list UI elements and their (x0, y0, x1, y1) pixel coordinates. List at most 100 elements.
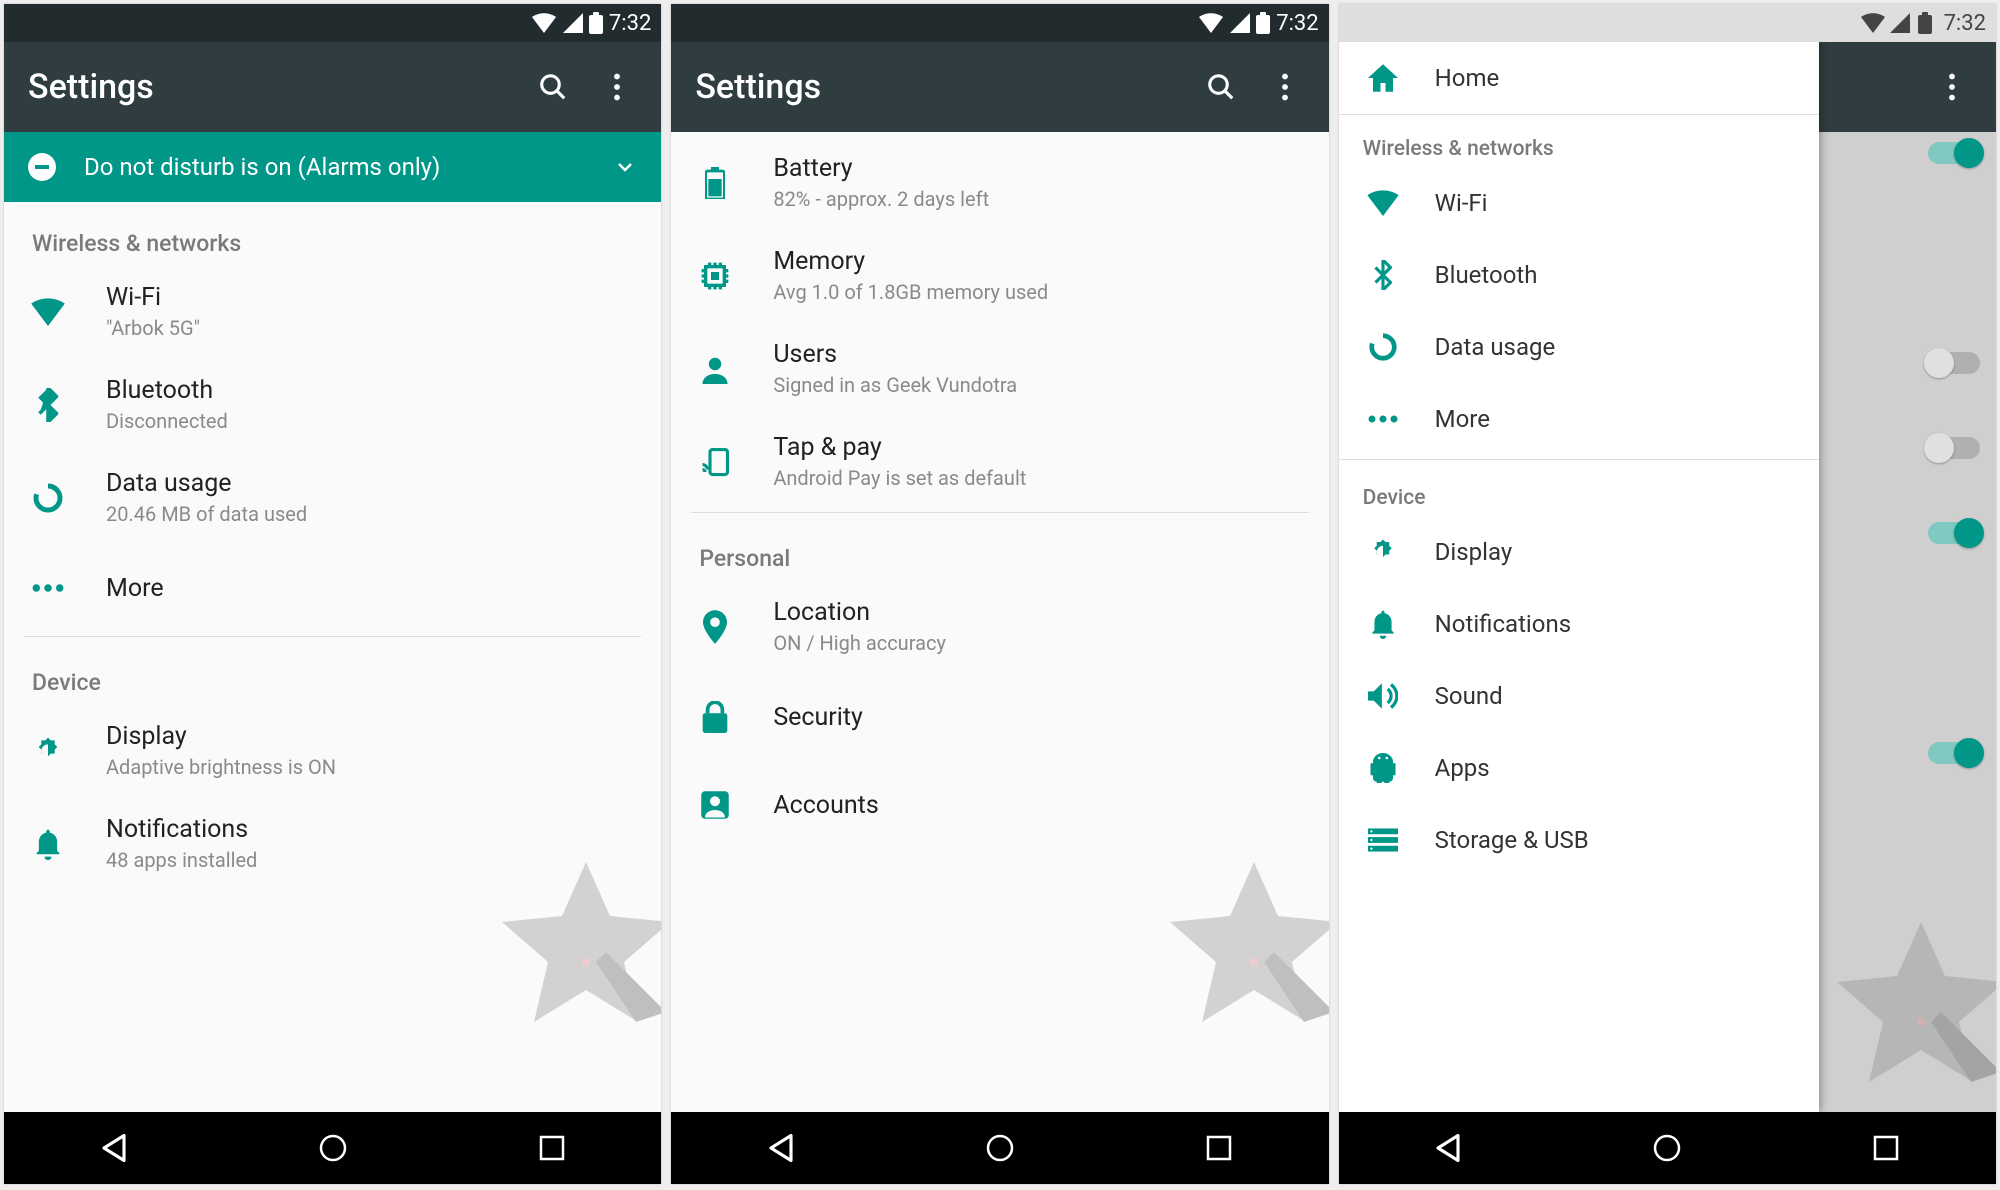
sound-icon (1368, 682, 1398, 710)
overflow-menu-button[interactable] (1932, 67, 1972, 107)
wifi-icon (31, 298, 65, 326)
section-header-device: Device (4, 641, 661, 704)
item-notifications[interactable]: Notifications 48 apps installed (4, 797, 661, 890)
nav-recent-button[interactable] (532, 1128, 572, 1168)
item-more[interactable]: More (4, 544, 661, 632)
item-bluetooth[interactable]: Bluetooth Disconnected (4, 358, 661, 451)
drawer-item-bluetooth[interactable]: Bluetooth (1339, 239, 1819, 311)
search-button[interactable] (1201, 67, 1241, 107)
nav-home-button[interactable] (1647, 1128, 1687, 1168)
bluetooth-icon (1373, 260, 1393, 290)
item-data-usage-sub: 20.46 MB of data used (106, 502, 307, 526)
toggle-switch[interactable] (1928, 142, 1980, 164)
drawer-item-apps[interactable]: Apps (1339, 732, 1819, 804)
item-users-title: Users (773, 340, 1017, 369)
item-data-usage[interactable]: Data usage 20.46 MB of data used (4, 451, 661, 544)
drawer-item-storage[interactable]: Storage & USB (1339, 804, 1819, 876)
item-bluetooth-sub: Disconnected (106, 409, 228, 433)
data-usage-icon (1368, 332, 1398, 362)
item-bluetooth-title: Bluetooth (106, 376, 228, 405)
drawer-section-wireless: Wireless & networks (1339, 115, 1819, 167)
watermark-icon (1149, 852, 1329, 1052)
drawer-item-wifi[interactable]: Wi-Fi (1339, 167, 1819, 239)
item-memory[interactable]: Memory Avg 1.0 of 1.8GB memory used (671, 229, 1328, 322)
nav-home-icon (985, 1133, 1015, 1163)
drawer-item-label: Notifications (1435, 610, 1571, 638)
toggle-switch[interactable] (1928, 352, 1980, 374)
item-display-title: Display (106, 722, 336, 751)
wifi-status-icon (531, 13, 557, 33)
drawer-item-label: Home (1435, 64, 1500, 92)
drawer-item-label: Storage & USB (1435, 826, 1589, 854)
drawer-item-label: Bluetooth (1435, 261, 1538, 289)
dnd-banner[interactable]: Do not disturb is on (Alarms only) (4, 132, 661, 202)
overflow-menu-button[interactable] (1265, 67, 1305, 107)
memory-chip-icon (699, 260, 731, 292)
user-icon (700, 354, 730, 384)
drawer-item-label: Apps (1435, 754, 1490, 782)
item-accounts-title: Accounts (773, 791, 878, 820)
nav-back-icon (1434, 1133, 1462, 1163)
location-pin-icon (703, 610, 727, 644)
item-users[interactable]: Users Signed in as Geek Vundotra (671, 322, 1328, 415)
lock-icon (702, 701, 728, 733)
item-notifications-title: Notifications (106, 815, 257, 844)
nav-recent-button[interactable] (1866, 1128, 1906, 1168)
status-time: 7:32 (1944, 11, 1986, 36)
drawer-item-sound[interactable]: Sound (1339, 660, 1819, 732)
drawer-item-display[interactable]: Display (1339, 516, 1819, 588)
item-display-sub: Adaptive brightness is ON (106, 755, 336, 779)
drawer-item-notifications[interactable]: Notifications (1339, 588, 1819, 660)
toggle-switch[interactable] (1928, 522, 1980, 544)
search-button[interactable] (533, 67, 573, 107)
status-bar: 7:32 (4, 4, 661, 42)
drawer-container: Home Wireless & networks Wi-Fi Bluetooth… (1339, 42, 1996, 1112)
chevron-down-icon (613, 155, 637, 179)
drawer-section-device: Device (1339, 464, 1819, 516)
toggle-switch[interactable] (1928, 437, 1980, 459)
data-usage-icon (32, 482, 64, 514)
item-location[interactable]: Location ON / High accuracy (671, 580, 1328, 673)
brightness-icon (1368, 537, 1398, 567)
status-bar: 7:32 (671, 4, 1328, 42)
item-location-title: Location (773, 598, 946, 627)
item-battery[interactable]: Battery 82% - approx. 2 days left (671, 136, 1328, 229)
nav-back-button[interactable] (94, 1128, 134, 1168)
bluetooth-icon (37, 388, 59, 422)
search-icon (1206, 72, 1236, 102)
wifi-icon (1367, 190, 1399, 216)
bell-icon (34, 828, 62, 860)
settings-list: Wireless & networks Wi-Fi "Arbok 5G" Blu… (4, 202, 661, 1112)
nav-home-button[interactable] (980, 1128, 1020, 1168)
nav-back-button[interactable] (761, 1128, 801, 1168)
nav-home-button[interactable] (313, 1128, 353, 1168)
tap-pay-icon (700, 447, 730, 477)
more-vert-icon (1281, 73, 1289, 101)
more-horiz-icon (1368, 414, 1398, 424)
phone-screen-2: 7:32 Settings Battery 82% - approx. 2 da… (671, 4, 1328, 1184)
drawer-item-more[interactable]: More (1339, 383, 1819, 455)
item-tap-pay[interactable]: Tap & pay Android Pay is set as default (671, 415, 1328, 508)
item-display[interactable]: Display Adaptive brightness is ON (4, 704, 661, 797)
drawer-item-home[interactable]: Home (1339, 42, 1819, 114)
item-accounts[interactable]: Accounts (671, 761, 1328, 849)
nav-back-button[interactable] (1428, 1128, 1468, 1168)
item-tap-pay-sub: Android Pay is set as default (773, 466, 1026, 490)
account-box-icon (700, 790, 730, 820)
item-security[interactable]: Security (671, 673, 1328, 761)
item-wifi[interactable]: Wi-Fi "Arbok 5G" (4, 265, 661, 358)
nav-home-icon (318, 1133, 348, 1163)
toggle-switch[interactable] (1928, 742, 1980, 764)
drawer-item-data-usage[interactable]: Data usage (1339, 311, 1819, 383)
status-time: 7:32 (1276, 11, 1318, 36)
watermark-icon (1816, 912, 1996, 1112)
overflow-menu-button[interactable] (597, 67, 637, 107)
app-bar-title: Settings (695, 67, 1176, 107)
nav-recent-button[interactable] (1199, 1128, 1239, 1168)
more-horiz-icon (32, 583, 64, 593)
android-icon (1370, 753, 1396, 783)
drawer-item-label: More (1435, 405, 1490, 433)
cell-status-icon (1230, 13, 1250, 33)
item-memory-sub: Avg 1.0 of 1.8GB memory used (773, 280, 1048, 304)
brightness-icon (32, 735, 64, 767)
